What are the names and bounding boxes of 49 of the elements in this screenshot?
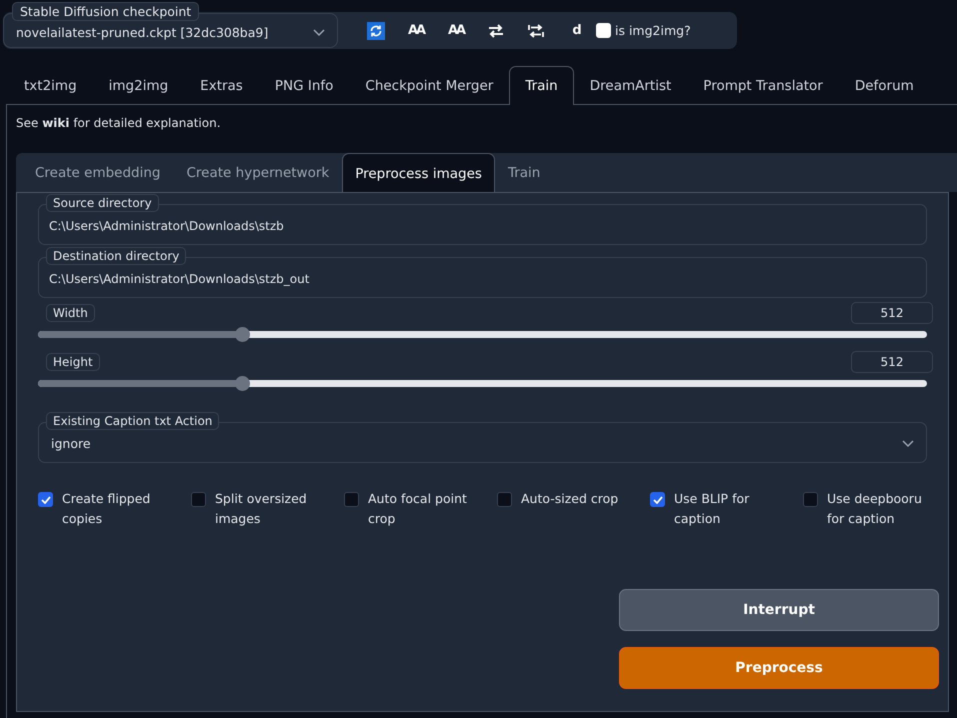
checkbox[interactable] (344, 492, 359, 507)
checkbox[interactable] (191, 492, 206, 507)
field-label: Destination directory (46, 247, 186, 265)
checkbox[interactable] (497, 492, 512, 507)
checkbox-label: Auto focal point crop (368, 490, 468, 528)
tab[interactable]: img2img (92, 66, 184, 104)
toolbar-button[interactable]: AA (436, 16, 476, 46)
toolbar-button[interactable]: AA (396, 16, 436, 46)
checkbox[interactable] (650, 492, 665, 507)
chevron-icon (902, 440, 914, 448)
tab[interactable]: DreamArtist (574, 66, 688, 104)
tab[interactable]: PNG Info (258, 66, 350, 104)
tab[interactable]: Deforum (838, 66, 930, 104)
tab[interactable]: Create embedding (22, 153, 174, 192)
slider-thumb[interactable] (235, 376, 250, 391)
swap-arrows-icon (488, 24, 504, 38)
checkbox[interactable] (38, 492, 53, 507)
checkbox-label: is img2img? (615, 23, 691, 38)
field-label: Source directory (46, 194, 159, 212)
tab[interactable]: txt2img (8, 66, 93, 104)
checkmark-icon (652, 496, 662, 504)
info-text: See wiki for detailed explanation. (16, 116, 222, 130)
checkbox-label: Auto-sized crop (521, 490, 620, 508)
tab[interactable]: Prompt Translator (687, 66, 839, 104)
refresh-icon (367, 22, 385, 40)
slider-thumb[interactable] (235, 327, 250, 342)
checkbox[interactable] (803, 492, 818, 507)
action-button[interactable]: Preprocess (619, 647, 939, 689)
checkbox-label: Use BLIP for caption (674, 490, 750, 528)
tab[interactable]: Train (494, 153, 554, 192)
number-field[interactable]: 512 (851, 302, 933, 324)
tab[interactable]: Preprocess images (342, 153, 495, 193)
chevron-icon (313, 28, 325, 36)
checkpoint-label: Stable Diffusion checkpoint (12, 2, 200, 21)
dropdown-label: Existing Caption txt Action (46, 412, 220, 430)
checkbox-label: Split oversized images (215, 490, 308, 528)
slider-label: Width (46, 304, 95, 322)
tab[interactable]: Checkpoint Merger (349, 66, 510, 104)
tab[interactable]: Create hypernetwork (174, 153, 342, 192)
tab[interactable]: Train (509, 66, 574, 105)
action-button[interactable]: Interrupt (619, 589, 939, 631)
toolbar-button[interactable]: d (556, 16, 596, 46)
tab[interactable]: Extras (184, 66, 259, 104)
number-field[interactable]: 512 (851, 351, 933, 373)
slider-label: Height (46, 353, 100, 371)
checkmark-icon (40, 496, 50, 504)
tab-arrows-icon (528, 24, 544, 38)
checkbox-label: Create flipped copies (62, 490, 152, 528)
checkbox-label: Use deepbooru for caption (827, 490, 923, 528)
